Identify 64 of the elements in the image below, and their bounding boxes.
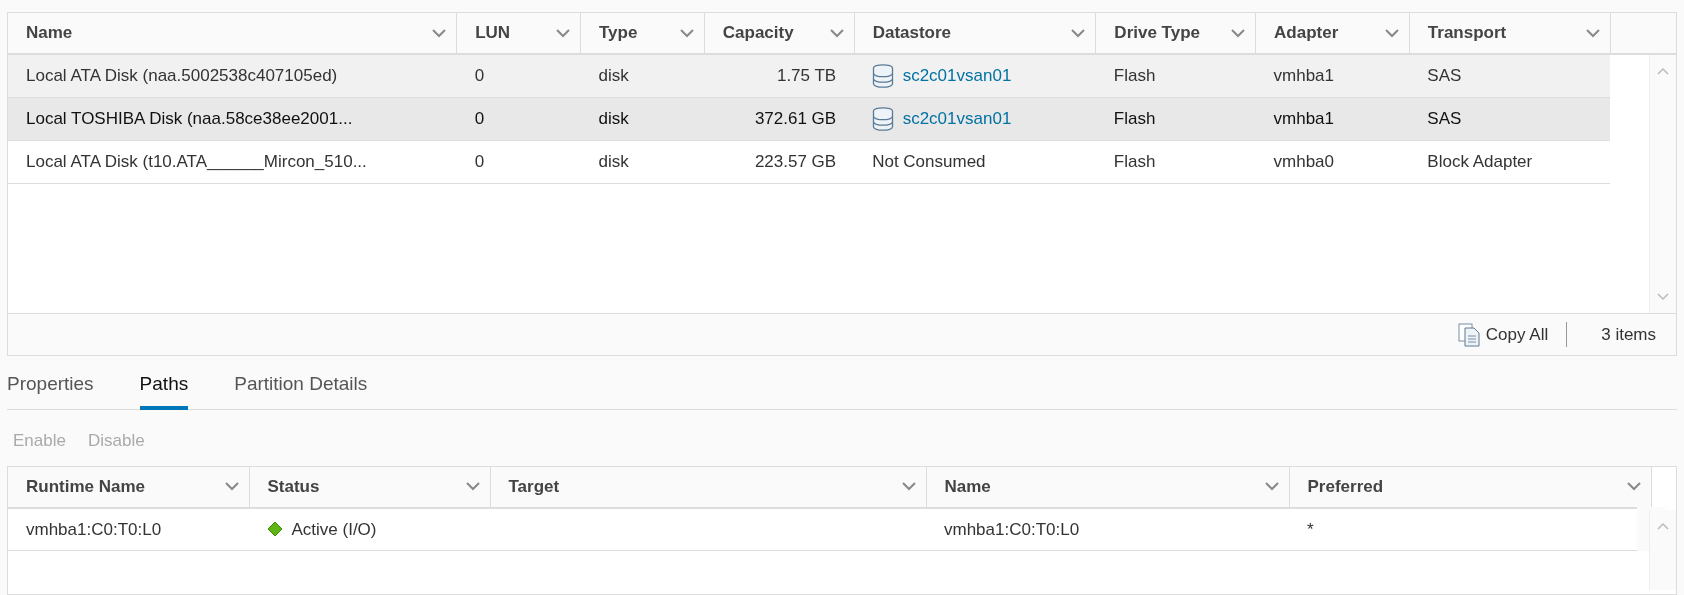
table-cell: SAS [1409, 97, 1611, 140]
database-icon [872, 106, 895, 131]
table-cell: 0 [456, 97, 581, 140]
caret-icon [1384, 28, 1399, 38]
caret-icon [1231, 28, 1246, 38]
column-header[interactable]: Datastore [854, 13, 1096, 53]
caret-icon [829, 28, 844, 38]
scroll-down-icon[interactable] [1657, 293, 1669, 301]
table-cell: 0 [456, 140, 581, 183]
caret-icon [901, 482, 916, 491]
table-cell: disk [580, 54, 705, 97]
caret-icon [224, 482, 239, 491]
caret-icon [1071, 28, 1086, 38]
column-header[interactable]: Transport [1409, 13, 1610, 53]
table-cell: disk [580, 140, 705, 183]
table-cell: Local ATA Disk (t10.ATA______Mircon_510... [8, 140, 457, 183]
column-header[interactable]: LUN [457, 13, 580, 53]
table-cell: disk [580, 97, 705, 140]
tab[interactable]: Partition Details [234, 362, 368, 410]
tab[interactable]: Properties [7, 362, 94, 410]
table-row[interactable]: Local ATA Disk (naa.5002538c407105ed) 0 disk 1.75 TB sc2c01vsan01 Flash vmhba1 SAS [8, 54, 1676, 97]
datastore-status: Not Consumed [872, 151, 986, 171]
caret-icon [679, 28, 694, 38]
table-cell: Flash [1095, 97, 1256, 140]
column-header[interactable]: Preferred [1289, 466, 1651, 507]
caret-icon [465, 482, 480, 491]
column-header[interactable]: Capacity [704, 13, 854, 53]
table-cell: 223.57 GB [704, 140, 855, 183]
scroll-up-icon[interactable] [1657, 521, 1669, 530]
table-cell: Flash [1095, 140, 1256, 183]
table-cell: Flash [1095, 54, 1256, 97]
copy-icon [1457, 322, 1480, 347]
column-header[interactable]: Name [926, 466, 1289, 507]
caret-icon [1264, 482, 1279, 491]
caret-icon [556, 28, 570, 38]
column-header[interactable]: Type [581, 13, 704, 53]
column-header[interactable]: Adapter [1256, 13, 1409, 53]
column-header[interactable]: Target [490, 466, 926, 507]
table-cell: vmhba1:C0:T0:L0 [926, 507, 1289, 551]
column-header[interactable]: Status [249, 466, 490, 507]
table-cell: vmhba1 [1255, 97, 1410, 140]
table-cell: 372.61 GB [704, 97, 855, 140]
caret-icon [1585, 28, 1600, 38]
table-cell: Local TOSHIBA Disk (naa.58ce38ee2001... [8, 97, 457, 140]
table-cell: vmhba1 [1255, 54, 1410, 97]
table-cell: 1.75 TB [704, 54, 855, 97]
copy-all-button[interactable]: Copy All [1457, 321, 1568, 348]
column-header[interactable]: Runtime Name [8, 466, 249, 507]
table-row[interactable]: Local TOSHIBA Disk (naa.58ce38ee2001... 0 disk 372.61 GB sc2c01vsan01 Flash vmhba1 SAS [8, 97, 1676, 140]
item-count: 3 items [1600, 323, 1656, 346]
scroll-up-icon[interactable] [1657, 67, 1669, 75]
status-diamond-icon [267, 521, 283, 538]
table-cell: vmhba1:C0:T0:L0 [8, 507, 249, 551]
tab[interactable]: Paths [139, 362, 189, 410]
database-icon [872, 63, 895, 88]
column-header[interactable]: Name [8, 13, 457, 53]
status-text: Active (I/O) [291, 518, 377, 541]
table-cell: Local ATA Disk (naa.5002538c407105ed) [8, 54, 457, 97]
column-header[interactable]: Drive Type [1096, 13, 1256, 53]
table-cell: SAS [1409, 54, 1611, 97]
caret-icon [432, 28, 447, 38]
table-cell: 0 [456, 54, 581, 97]
caret-icon [1626, 482, 1641, 491]
table-cell: vmhba0 [1255, 140, 1410, 183]
